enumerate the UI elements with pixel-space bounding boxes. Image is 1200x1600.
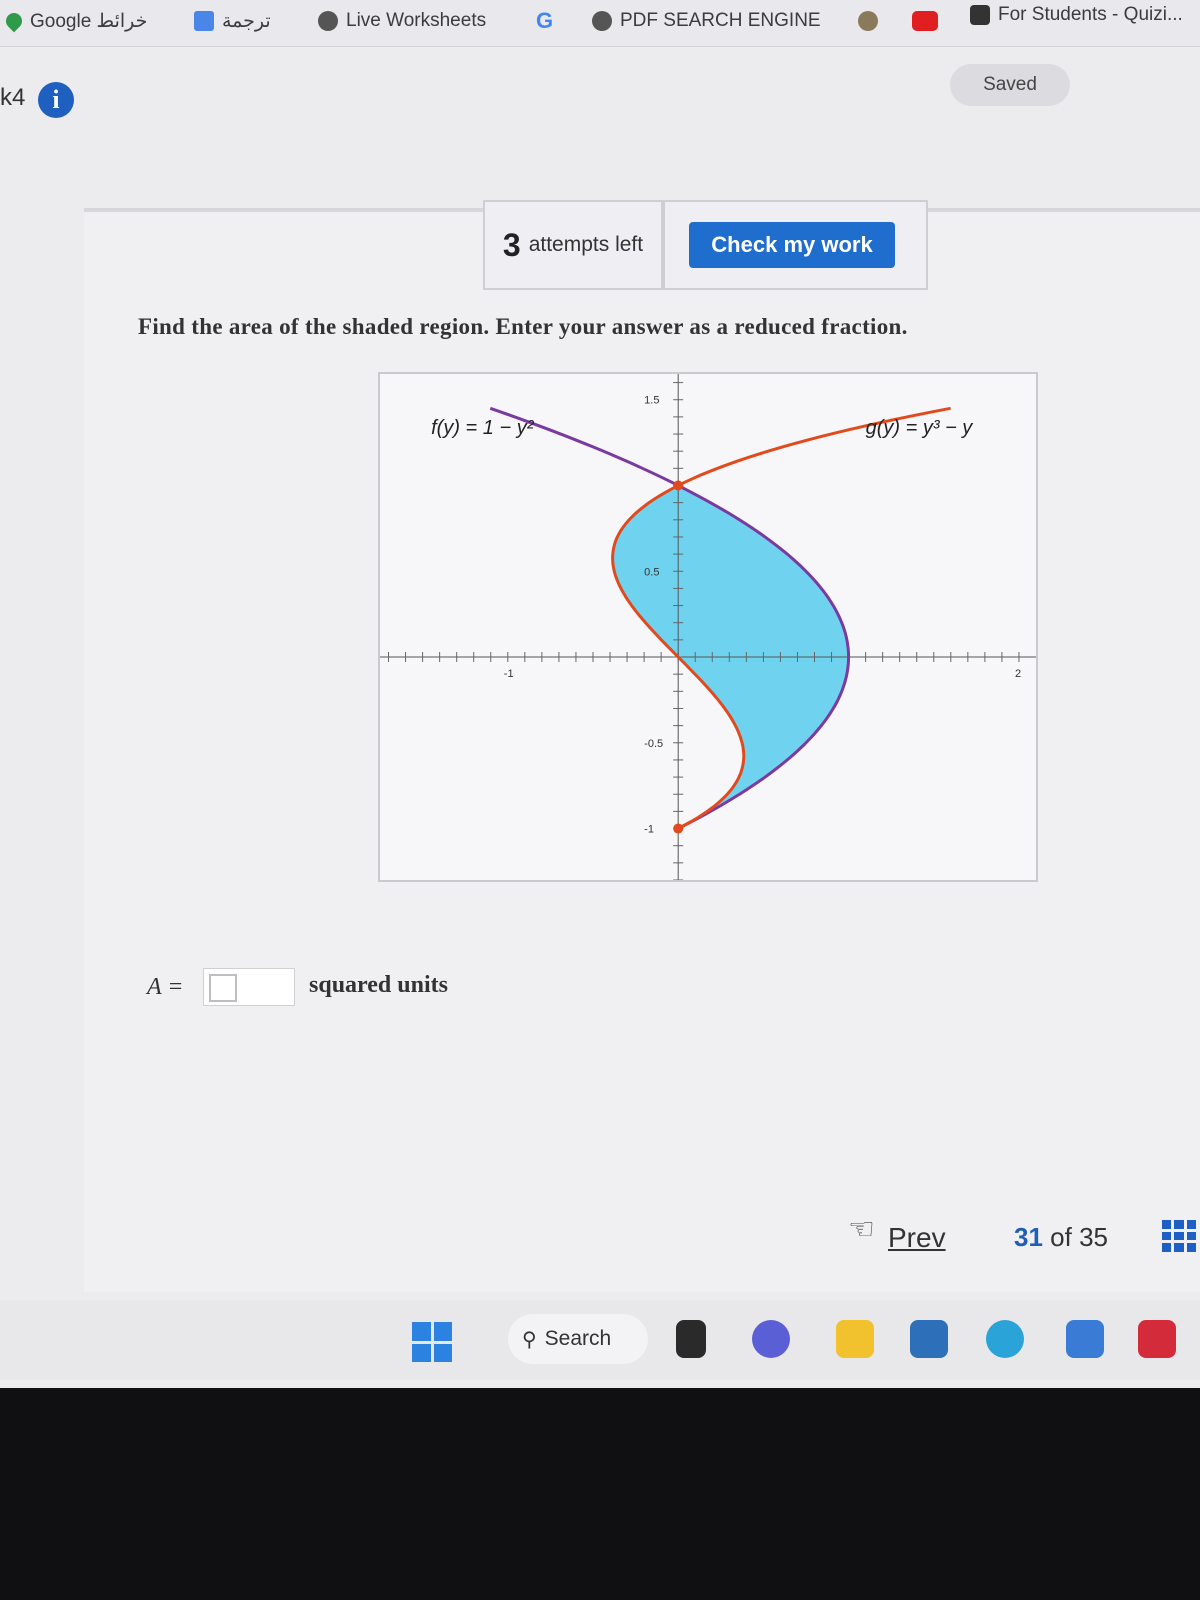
globe-icon — [318, 11, 338, 31]
y-tick-label: 1.5 — [644, 395, 659, 407]
question-grid-icon[interactable] — [1162, 1220, 1196, 1252]
translate-icon — [194, 11, 214, 31]
graph-svg: -1 2 1.5 0.5 -0.5 -1 f(y) = 1 − y² g(y) = y³… — [380, 374, 1036, 880]
page-of: of — [1050, 1222, 1072, 1252]
bookmark-label: Live Worksheets — [346, 10, 487, 31]
y-tick-label: -1 — [644, 824, 654, 836]
search-icon: ⚲ — [522, 1328, 537, 1351]
bookmark-translate[interactable]: ترجمة — [194, 6, 271, 36]
bookmarks-bar: Google خرائط ترجمة Live Worksheets G PDF… — [0, 0, 1200, 47]
google-g-icon: G — [536, 8, 554, 33]
intersection-point-bottom — [673, 823, 684, 834]
hand-pointer-icon: ☜ — [848, 1213, 875, 1246]
bookmark-emblem[interactable] — [858, 6, 878, 36]
check-container: Check my work — [663, 200, 928, 290]
bookmark-maps[interactable]: Google خرائط — [2, 6, 148, 36]
bookmark-label: ترجمة — [222, 10, 271, 32]
mcafee-icon[interactable] — [1138, 1320, 1176, 1358]
page-total: 35 — [1079, 1222, 1108, 1252]
x-tick-label: 2 — [1015, 668, 1021, 680]
teams-icon[interactable] — [752, 1320, 790, 1358]
globe-icon — [592, 11, 612, 31]
store-icon[interactable] — [910, 1320, 948, 1358]
answer-label: A = — [147, 974, 184, 1000]
units-label: squared units — [309, 972, 448, 998]
bookmark-label: PDF SEARCH ENGINE — [620, 10, 821, 31]
bookmark-pdf-search[interactable]: PDF SEARCH ENGINE — [592, 6, 821, 36]
monitor-bezel — [0, 1388, 1200, 1600]
bookmark-live-worksheets[interactable]: Live Worksheets — [318, 6, 486, 36]
fraction-entry-box[interactable] — [209, 974, 237, 1002]
search-label: Search — [544, 1327, 612, 1350]
saved-status: Saved — [950, 64, 1070, 106]
screen: Google خرائط ترجمة Live Worksheets G PDF… — [0, 0, 1200, 1388]
y-tick-label: -0.5 — [644, 738, 663, 750]
bookmark-google[interactable]: G — [536, 6, 553, 36]
windows-start-icon[interactable] — [412, 1322, 452, 1362]
section-label: k4 — [0, 84, 26, 111]
function-label-f: f(y) = 1 − y² — [431, 417, 535, 439]
x-tick-label: -1 — [504, 668, 514, 680]
taskbar-search[interactable]: ⚲ Search — [508, 1314, 648, 1364]
bookmark-label: Google خرائط — [30, 10, 148, 32]
file-explorer-icon[interactable] — [676, 1320, 706, 1358]
bookmark-label: For Students - Quizi... — [998, 4, 1183, 25]
bookmark-quizizz[interactable]: For Students - Quizi... — [970, 0, 1183, 30]
function-label-g: g(y) = y³ − y — [866, 417, 974, 439]
page-indicator: 31 of 35 — [1014, 1222, 1108, 1253]
edge-icon[interactable] — [986, 1320, 1024, 1358]
emblem-icon — [858, 11, 878, 31]
info-icon[interactable]: i — [38, 82, 74, 118]
page-current: 31 — [1014, 1222, 1043, 1252]
quizizz-icon — [970, 5, 990, 25]
attempts-text: attempts left — [528, 233, 644, 256]
attempts-indicator: 3 attempts left — [483, 200, 663, 290]
question-prompt: Find the area of the shaded region. Ente… — [138, 314, 908, 339]
prev-button[interactable]: Prev — [888, 1222, 946, 1254]
check-my-work-button[interactable]: Check my work — [689, 222, 895, 268]
folder-icon[interactable] — [836, 1320, 874, 1358]
attempts-count: 3 — [502, 226, 521, 263]
app-l-icon[interactable] — [1066, 1320, 1104, 1358]
map-pin-icon — [2, 9, 26, 33]
youtube-icon — [912, 11, 938, 31]
intersection-point-top — [673, 480, 684, 491]
graph-figure: -1 2 1.5 0.5 -0.5 -1 f(y) = 1 − y² g(y) = y³… — [378, 372, 1038, 882]
taskbar: ⚲ Search — [0, 1300, 1200, 1380]
y-tick-label: 0.5 — [644, 566, 659, 578]
bookmark-youtube[interactable] — [912, 6, 938, 36]
